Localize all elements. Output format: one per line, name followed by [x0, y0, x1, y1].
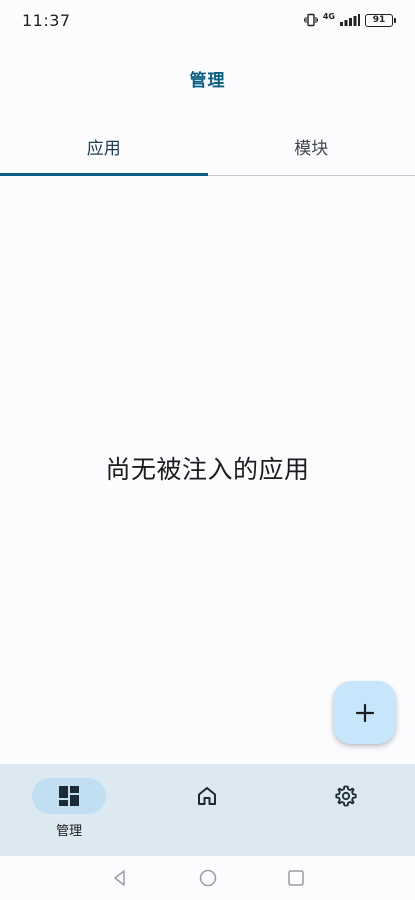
- nav-pill-settings: [309, 778, 383, 814]
- nav-pill-manage: [32, 778, 107, 814]
- signal-icon: [340, 14, 360, 26]
- tab-modules[interactable]: 模块: [208, 118, 415, 175]
- recents-icon: [287, 870, 304, 886]
- system-nav-bar: [0, 856, 415, 900]
- vibrate-icon: [303, 13, 318, 27]
- network-label: 4G: [322, 12, 335, 21]
- nav-label-manage: 管理: [56, 824, 83, 839]
- nav-item-home[interactable]: [138, 764, 276, 856]
- tab-modules-label: 模块: [294, 139, 329, 159]
- home-circle-icon: [199, 869, 216, 887]
- system-back-button[interactable]: [76, 856, 164, 900]
- system-recents-button[interactable]: [252, 856, 340, 900]
- gear-icon: [335, 785, 357, 807]
- add-button[interactable]: [333, 681, 396, 744]
- empty-state-message: 尚无被注入的应用: [105, 455, 310, 484]
- status-time: 11:37: [22, 10, 71, 30]
- tab-apps-label: 应用: [86, 139, 121, 159]
- dashboard-icon: [59, 786, 80, 806]
- tab-apps[interactable]: 应用: [0, 118, 208, 176]
- nav-item-settings[interactable]: [277, 764, 415, 856]
- nav-item-manage[interactable]: 管理: [0, 764, 138, 856]
- battery-level: 91: [372, 15, 386, 25]
- page-title: 管理: [189, 70, 226, 91]
- plus-icon: [355, 703, 374, 722]
- battery-icon: 91: [365, 13, 396, 27]
- bottom-nav: 管理: [0, 764, 415, 856]
- status-icons: 4G 91: [303, 12, 396, 27]
- tab-bar: 应用 模块: [0, 118, 415, 176]
- tab-indicator: [0, 173, 208, 176]
- screen: 11:37 4G 91 管理 应用 模块 尚无被注入的应用 管理: [0, 0, 415, 900]
- nav-pill-home: [170, 778, 244, 814]
- status-bar: 11:37 4G 91: [0, 0, 415, 40]
- back-icon: [113, 870, 125, 886]
- home-icon: [198, 787, 217, 805]
- app-bar: 管理: [0, 56, 415, 100]
- system-home-button[interactable]: [164, 856, 252, 900]
